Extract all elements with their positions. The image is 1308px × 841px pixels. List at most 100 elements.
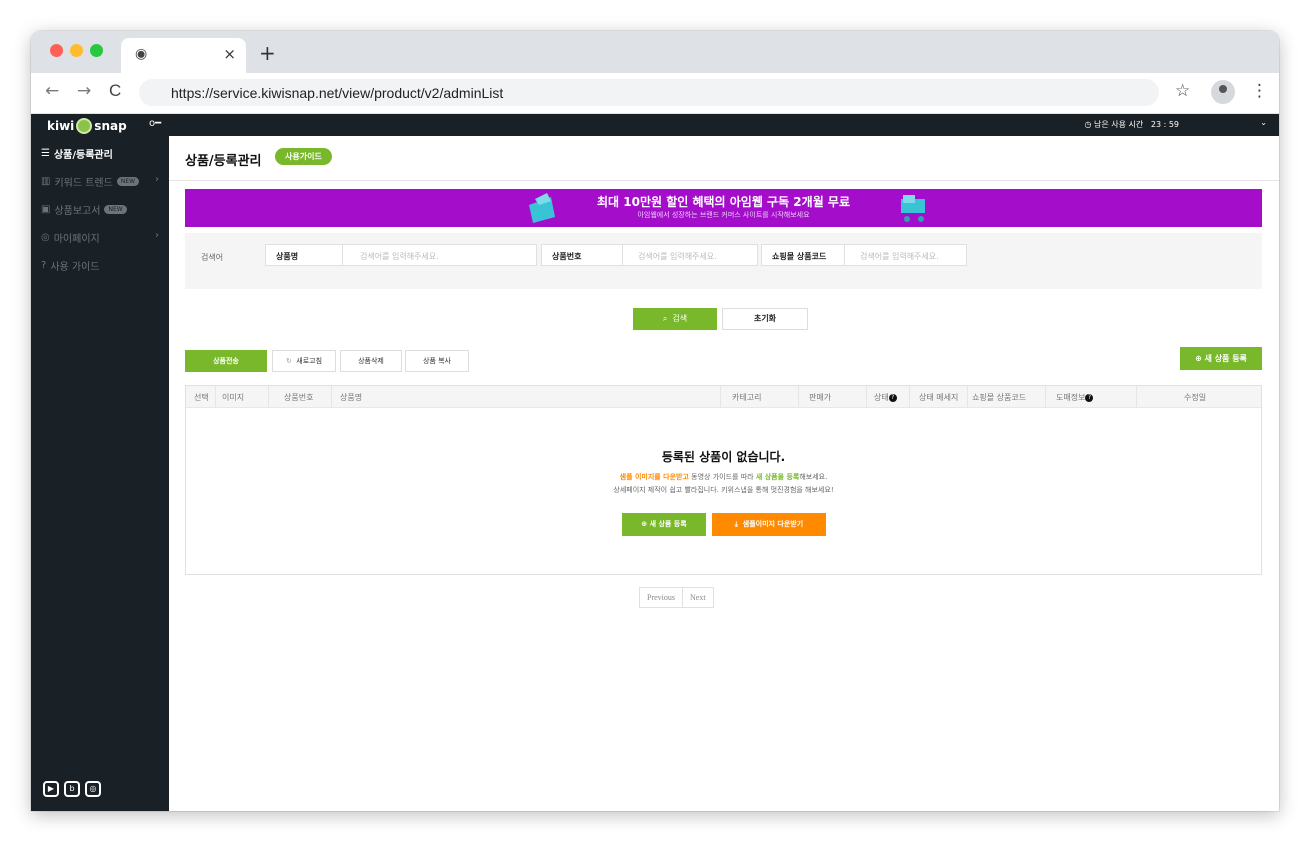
mall-code-search[interactable]: 쇼핑몰 상품코드 검색어를 입력해주세요. — [761, 244, 967, 266]
browser-tab[interactable]: ◉ × — [121, 38, 246, 73]
list-icon: ☰ — [41, 148, 50, 159]
chevron-right-icon: › — [155, 230, 159, 241]
sidebar: kiwi snap o━ ☰ 상품/등록관리 ▥ 키워드 트렌드 NEW › ▣… — [31, 114, 169, 811]
user-icon: ◎ — [41, 232, 50, 243]
forward-icon[interactable]: → — [77, 81, 91, 101]
banner-title: 최대 10만원 할인 혜택의 아임웹 구독 2개월 무료 — [596, 195, 850, 209]
sidebar-item-keyword-trend[interactable]: ▥ 키워드 트렌드 NEW — [41, 174, 140, 189]
main-content: 상품/등록관리 사용가이드 최대 10만원 할인 혜택의 아임웹 구독 2개월 … — [169, 136, 1279, 811]
tab-close-icon[interactable]: × — [223, 45, 236, 63]
kiwi-logo-icon — [76, 118, 93, 134]
new-product-button[interactable]: ⊕ 새 상품 등록 — [1180, 347, 1262, 370]
maximize-window-button[interactable] — [90, 44, 103, 57]
page-title: 상품/등록관리 — [185, 154, 262, 169]
copy-product-button[interactable]: 상품 복사 — [405, 350, 469, 372]
delete-product-button[interactable]: 상품삭제 — [340, 350, 402, 372]
next-page-button[interactable]: Next — [683, 588, 713, 607]
column-divider — [331, 386, 332, 407]
youtube-icon[interactable]: ▶ — [43, 781, 59, 797]
product-number-search[interactable]: 상품번호 검색어를 입력해주세요. — [541, 244, 758, 266]
sidebar-item-label: 마이페이지 — [53, 234, 100, 245]
column-header[interactable]: 판매가 — [809, 392, 831, 403]
column-divider — [720, 386, 721, 407]
usage-guide-button[interactable]: 사용가이드 — [275, 148, 332, 165]
back-icon[interactable]: ← — [45, 81, 59, 101]
field-label: 상품명 — [276, 252, 299, 261]
table-header: 선택 이미지 상품번호 상품명 카테고리 판매가 상태? 상태 메세지 쇼핑몰 … — [186, 386, 1261, 408]
reload-icon[interactable]: C — [109, 81, 121, 101]
close-window-button[interactable] — [50, 44, 63, 57]
remaining-time: ◷ 남은 사용 시간 23 : 59 — [1084, 119, 1179, 130]
chevron-right-icon: › — [155, 174, 159, 185]
mall-code-input[interactable]: 검색어를 입력해주세요. — [860, 251, 939, 262]
remaining-time-label: ◷ 남은 사용 시간 — [1084, 120, 1144, 129]
browser-menu-icon[interactable]: ⋮ — [1251, 81, 1268, 101]
product-table: 선택 이미지 상품번호 상품명 카테고리 판매가 상태? 상태 메세지 쇼핑몰 … — [185, 385, 1262, 575]
sidebar-item-label: 상품/등록관리 — [53, 150, 113, 161]
column-header[interactable]: 상품명 — [340, 392, 362, 403]
user-menu[interactable]: ⌄ — [1197, 118, 1267, 127]
address-bar[interactable]: https://service.kiwisnap.net/view/produc… — [139, 79, 1159, 106]
column-header[interactable]: 상태 메세지 — [919, 392, 958, 403]
field-divider — [622, 245, 623, 265]
instagram-icon[interactable]: ◎ — [85, 781, 101, 797]
key-icon[interactable]: o━ — [149, 118, 161, 129]
search-panel: 검색어 상품명 검색어를 입력해주세요. 상품번호 검색어를 입력해주세요. 쇼… — [185, 233, 1262, 289]
column-divider — [909, 386, 910, 407]
column-header[interactable]: 선택 — [194, 392, 209, 403]
send-product-button[interactable]: 상품전송 — [185, 350, 267, 372]
bookmark-star-icon[interactable]: ☆ — [1175, 81, 1190, 101]
help-icon[interactable]: ? — [888, 393, 897, 402]
top-bar: ◷ 남은 사용 시간 23 : 59 ⌄ — [169, 114, 1279, 136]
product-number-input[interactable]: 검색어를 입력해주세요. — [638, 251, 717, 262]
pagination: Previous Next — [639, 587, 714, 608]
empty-text: 동영상 가이드를 따라 — [688, 473, 756, 481]
download-icon: ⤓ — [734, 520, 738, 528]
column-divider — [215, 386, 216, 407]
sidebar-item-guide[interactable]: ? 사용 가이드 — [41, 258, 100, 273]
previous-page-button[interactable]: Previous — [640, 588, 682, 607]
new-badge: NEW — [104, 205, 127, 214]
kiwisnap-logo[interactable]: kiwi snap — [47, 118, 127, 134]
field-divider — [342, 245, 343, 265]
column-header-status[interactable]: 상태? — [874, 392, 897, 403]
sidebar-item-product-report[interactable]: ▣ 상품보고서 NEW — [41, 202, 127, 217]
chrome-icon: ◉ — [135, 46, 148, 62]
column-divider — [268, 386, 269, 407]
sidebar-item-products[interactable]: ☰ 상품/등록관리 — [41, 146, 113, 161]
logo-text-kiwi: kiwi — [47, 119, 75, 133]
column-divider — [1136, 386, 1137, 407]
column-header: 상태 — [874, 393, 889, 402]
search-button[interactable]: ⌕ 검색 — [633, 308, 717, 330]
empty-highlight-download: 샘플 이미지를 다운받고 — [619, 473, 689, 481]
help-icon[interactable]: ? — [1085, 393, 1094, 402]
column-header[interactable]: 상품번호 — [284, 392, 313, 403]
product-name-input[interactable]: 검색어를 입력해주세요. — [360, 251, 439, 262]
empty-new-product-button[interactable]: ⊕ 새 상품 등록 — [622, 513, 706, 536]
column-header[interactable]: 이미지 — [222, 392, 244, 403]
column-header-wholesale[interactable]: 도매정보? — [1056, 392, 1094, 403]
sidebar-item-mypage[interactable]: ◎ 마이페이지 — [41, 230, 100, 245]
empty-text: 해보세요. — [799, 473, 828, 481]
column-divider — [866, 386, 867, 407]
profile-avatar[interactable] — [1211, 80, 1235, 104]
download-sample-button[interactable]: ⤓ 샘플이미지 다운받기 — [712, 513, 826, 536]
refresh-button[interactable]: ↻ 새로고침 — [272, 350, 336, 372]
new-tab-button[interactable]: + — [259, 41, 276, 65]
chevron-down-icon: ⌄ — [1260, 118, 1267, 127]
field-label: 상품번호 — [552, 252, 582, 261]
minimize-window-button[interactable] — [70, 44, 83, 57]
empty-state-line1: 샘플 이미지를 다운받고 동영상 가이드를 따라 새 상품을 등록해보세요. — [186, 472, 1261, 482]
refresh-icon: ↻ — [285, 357, 292, 365]
empty-state-line2: 상세페이지 제작이 쉽고 빨라집니다. 키위스냅을 통해 멋진경험을 해보세요! — [613, 486, 834, 494]
reset-button[interactable]: 초기화 — [722, 308, 808, 330]
product-name-search[interactable]: 상품명 검색어를 입력해주세요. — [265, 244, 537, 266]
promo-banner[interactable]: 최대 10만원 할인 혜택의 아임웹 구독 2개월 무료 아임웹에서 성장하는 … — [185, 189, 1262, 227]
blog-icon[interactable]: b — [64, 781, 80, 797]
chart-icon: ▥ — [41, 176, 51, 187]
column-divider — [1045, 386, 1046, 407]
url-text: https://service.kiwisnap.net/view/produc… — [171, 85, 504, 101]
column-header[interactable]: 카테고리 — [732, 392, 761, 403]
column-header[interactable]: 쇼핑몰 상품코드 — [972, 392, 1026, 403]
column-header[interactable]: 수정일 — [1184, 392, 1206, 403]
